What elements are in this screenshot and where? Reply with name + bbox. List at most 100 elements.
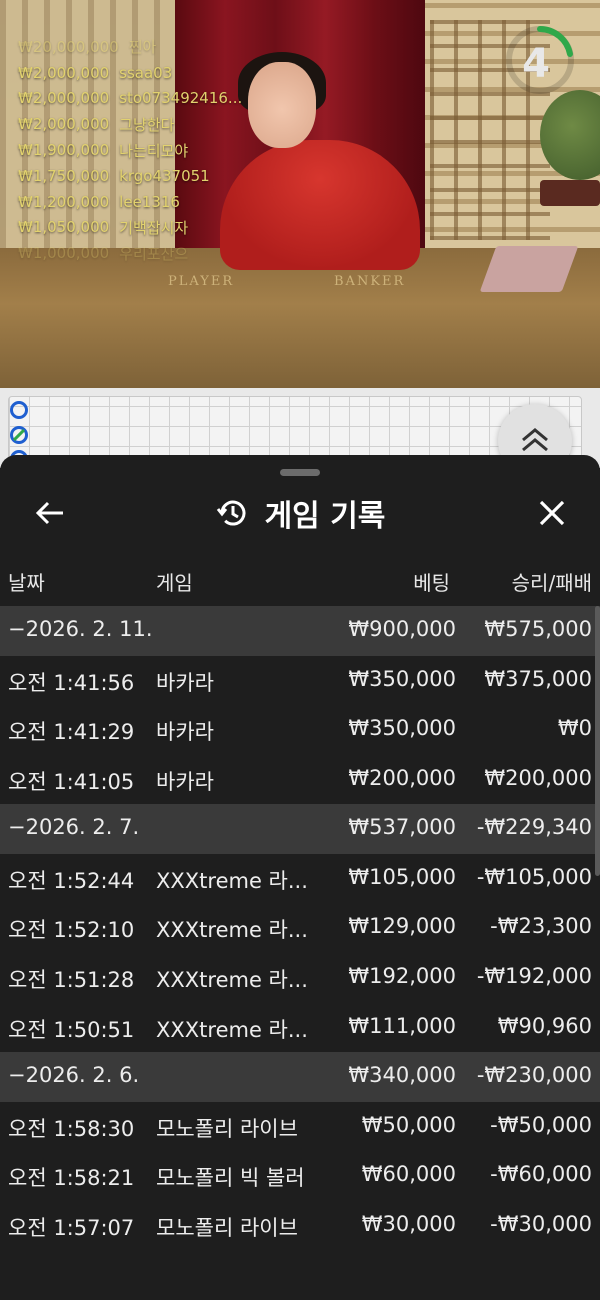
bet-feed-user: lee1316 — [119, 192, 180, 211]
column-bet: 베팅 — [413, 571, 450, 595]
history-cell-result: -₩105,000 — [476, 864, 592, 889]
history-cell-game: XXXtreme 라... — [156, 1017, 308, 1042]
bet-feed-amount: ₩1,000,000 — [18, 244, 110, 263]
history-cell-bet: ₩111,000 — [348, 1013, 456, 1038]
bet-feed-row: ₩2,000,000 그냥한다 — [18, 111, 278, 137]
tie-slash-icon — [13, 429, 25, 441]
history-cell-result: ₩0 — [557, 716, 592, 741]
sheet-title: 게임 기록 — [264, 499, 386, 534]
bet-feed-user: 나는티모야 — [119, 141, 189, 160]
history-row[interactable]: 오전 1:41:05 바카라 ₩200,000 ₩200,000 — [0, 755, 600, 805]
history-row[interactable]: 오전 1:41:56 바카라 ₩350,000 ₩375,000 — [0, 656, 600, 706]
history-cell-result: -₩30,000 — [490, 1211, 592, 1236]
bet-feed-amount: ₩1,200,000 — [18, 192, 110, 211]
history-row[interactable]: 오전 1:41:29 바카라 ₩350,000 ₩0 — [0, 705, 600, 755]
history-cell-result: -₩60,000 — [490, 1162, 592, 1187]
bet-feed-row: ₩1,900,000 나는티모야 — [18, 137, 278, 163]
history-row[interactable]: 오전 1:58:30 모노폴리 라이브 ₩50,000 -₩50,000 — [0, 1102, 600, 1152]
history-cell-game: XXXtreme 라... — [156, 868, 308, 893]
history-row[interactable]: 오전 1:57:07 모노폴리 라이브 ₩30,000 -₩30,000 — [0, 1201, 600, 1251]
history-cell-bet: ₩350,000 — [348, 666, 456, 691]
history-cell-result: ₩375,000 — [484, 666, 592, 691]
history-cell-date: 오전 1:51:28 — [8, 967, 135, 992]
bet-feed-row: ₩1,750,000 krgo437051 — [18, 163, 278, 189]
history-cell-bet: ₩200,000 — [348, 765, 456, 790]
history-cell-game: 바카라 — [156, 720, 214, 745]
history-cell-date: 오전 1:41:56 — [8, 670, 135, 695]
bet-feed-amount: ₩1,900,000 — [18, 141, 110, 160]
double-chevron-up-icon — [522, 428, 548, 452]
history-scrollbar[interactable] — [595, 606, 600, 876]
column-result: 승리/패배 — [511, 571, 592, 595]
history-row[interactable]: 오전 1:52:44 XXXtreme 라... ₩105,000 -₩105,000 — [0, 854, 600, 904]
history-cell-result: -₩23,300 — [490, 914, 592, 939]
bet-feed-amount: ₩2,000,000 — [18, 63, 110, 82]
history-cell-result: -₩229,340 — [476, 815, 592, 840]
history-cell-result: -₩230,000 — [476, 1063, 592, 1088]
history-cell-result: ₩575,000 — [484, 617, 592, 641]
road-mark-tie — [10, 426, 28, 444]
bet-feed-user: krgo437051 — [119, 166, 210, 185]
column-date: 날짜 — [8, 571, 45, 595]
bet-feed-user: sto073492416... — [119, 89, 243, 108]
history-cell-date: 오전 1:58:21 — [8, 1166, 135, 1191]
sheet-header: 게임 기록 — [0, 485, 600, 541]
bet-feed-amount: ₩1,750,000 — [18, 166, 110, 185]
history-date-group-row: −2026. 2. 6. ₩340,000 -₩230,000 — [0, 1052, 600, 1102]
history-cell-result: -₩192,000 — [476, 963, 592, 988]
history-cell-game: XXXtreme 라... — [156, 967, 308, 992]
history-row[interactable]: 오전 1:58:21 모노폴리 빅 볼러 ₩60,000 -₩60,000 — [0, 1151, 600, 1201]
bet-feed-amount: ₩1,050,000 — [18, 218, 110, 237]
history-icon — [216, 500, 245, 526]
history-cell-date: −2026. 2. 7. — [8, 815, 140, 840]
bet-feed-row: ₩1,200,000 lee1316 — [18, 189, 278, 215]
history-cell-date: 오전 1:52:44 — [8, 868, 135, 893]
history-cell-date: −2026. 2. 6. — [8, 1063, 140, 1088]
history-column-headers: 날짜 게임 베팅 승리/패배 — [0, 559, 600, 599]
history-cell-date: 오전 1:52:10 — [8, 918, 135, 943]
history-cell-game: XXXtreme 라... — [156, 918, 308, 943]
road-mark-player — [10, 401, 28, 419]
history-cell-bet: ₩340,000 — [348, 1063, 456, 1088]
history-cell-game: 모노폴리 라이브 — [156, 1215, 298, 1240]
round-timer: 4 — [522, 41, 550, 87]
bet-feed-row: ₩2,000,000 sto073492416... — [18, 86, 278, 112]
history-cell-date: −2026. 2. 11. — [8, 617, 153, 641]
history-cell-result: -₩50,000 — [490, 1112, 592, 1137]
table-label-player: PLAYER — [168, 274, 235, 289]
sheet-drag-handle[interactable] — [280, 469, 320, 476]
history-cell-game: 모노폴리 빅 볼러 — [156, 1166, 305, 1191]
bet-feed-amount: ₩20,000,000 — [18, 37, 119, 56]
close-button[interactable] — [530, 493, 574, 533]
history-row[interactable]: 오전 1:50:51 XXXtreme 라... ₩111,000 ₩90,960 — [0, 1003, 600, 1053]
history-cell-result: ₩200,000 — [484, 765, 592, 790]
history-cell-bet: ₩60,000 — [361, 1162, 456, 1187]
history-date-group-row: −2026. 2. 7. ₩537,000 -₩229,340 — [0, 804, 600, 854]
close-icon — [539, 500, 565, 526]
history-row[interactable]: 오전 1:52:10 XXXtreme 라... ₩129,000 -₩23,300 — [0, 903, 600, 953]
history-cell-bet: ₩192,000 — [348, 963, 456, 988]
history-cell-date: 오전 1:41:29 — [8, 720, 135, 745]
live-video: PLAYER BANKER ₩20,000,000 찐아 ₩2,000,000 ssa… — [0, 0, 600, 388]
history-table[interactable]: −2026. 2. 11. ₩900,000 ₩575,000 오전 1:41:56 바… — [0, 606, 600, 1250]
history-cell-bet: ₩537,000 — [348, 815, 456, 840]
history-cell-bet: ₩30,000 — [361, 1211, 456, 1236]
history-cell-game: 바카라 — [156, 769, 214, 794]
bet-feed: ₩20,000,000 찐아 ₩2,000,000 ssaa03 ₩2,000,000 s… — [18, 34, 278, 266]
history-cell-game: 모노폴리 라이브 — [156, 1116, 298, 1141]
history-cell-bet: ₩105,000 — [348, 864, 456, 889]
sheet-title-group: 게임 기록 — [0, 485, 600, 541]
bet-feed-user: 찐아 — [128, 38, 157, 57]
card-shoe — [479, 246, 579, 292]
history-row[interactable]: 오전 1:51:28 XXXtreme 라... ₩192,000 -₩192,000 — [0, 953, 600, 1003]
bet-feed-user: 우리포산으 — [119, 244, 189, 263]
history-cell-date: 오전 1:57:07 — [8, 1215, 135, 1240]
bonsai-pot — [540, 180, 600, 206]
history-cell-date: 오전 1:50:51 — [8, 1017, 135, 1042]
history-cell-bet: ₩50,000 — [361, 1112, 456, 1137]
history-cell-date: 오전 1:58:30 — [8, 1116, 135, 1141]
history-cell-game: 바카라 — [156, 670, 214, 695]
history-cell-date: 오전 1:41:05 — [8, 769, 135, 794]
bet-feed-amount: ₩2,000,000 — [18, 89, 110, 108]
history-cell-bet: ₩350,000 — [348, 716, 456, 741]
